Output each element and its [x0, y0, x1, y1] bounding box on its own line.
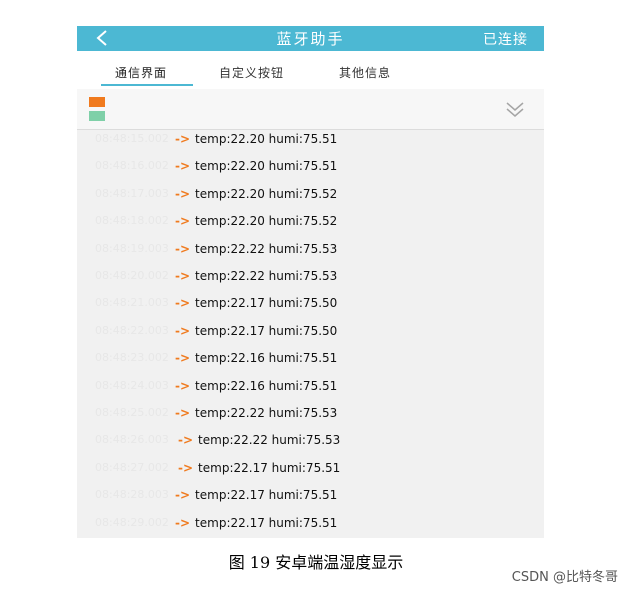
arrow-icon: -> [175, 241, 191, 256]
log-timestamp: 08:48:22.003 [95, 323, 169, 337]
log-message: temp:22.17 humi:75.51 [198, 460, 341, 475]
log-row: 08:48:19.003 -> temp:22.22 humi:75.53 [95, 242, 337, 256]
log-row: 08:48:25.002 -> temp:22.22 humi:75.53 [95, 406, 337, 420]
log-message: temp:22.16 humi:75.51 [195, 378, 338, 393]
log-message: temp:22.22 humi:75.53 [198, 433, 341, 448]
arrow-icon: -> [178, 460, 194, 475]
arrow-icon: -> [178, 433, 194, 448]
log-row: 08:48:26.003 -> temp:22.22 humi:75.53 [95, 433, 340, 447]
log-timestamp: 08:48:26.003 [95, 433, 169, 447]
arrow-icon: -> [175, 186, 191, 201]
log-row: 08:48:17.003 -> temp:22.20 humi:75.52 [95, 187, 337, 201]
tab-communication[interactable]: 通信界面 [115, 64, 167, 81]
log-message: temp:22.17 humi:75.51 [195, 515, 338, 530]
log-timestamp: 08:48:28.003 [95, 488, 169, 502]
log-timestamp: 08:48:19.003 [95, 241, 169, 255]
log-timestamp: 08:48:21.003 [95, 296, 169, 310]
watermark: CSDN @比特冬哥 [511, 570, 618, 585]
log-timestamp: 08:48:16.002 [95, 159, 169, 173]
log-message: temp:22.20 humi:75.52 [195, 186, 338, 201]
tab-bar: 通信界面 自定义按钮 其他信息 [77, 51, 544, 89]
arrow-icon: -> [175, 323, 191, 338]
log-timestamp: 08:48:17.003 [95, 186, 169, 200]
arrow-icon: -> [175, 296, 191, 311]
log-row: 08:48:23.002 -> temp:22.16 humi:75.51 [95, 351, 337, 365]
log-row: 08:48:21.003 -> temp:22.17 humi:75.50 [95, 296, 337, 310]
log-row: 08:48:27.002 -> temp:22.17 humi:75.51 [95, 461, 340, 475]
tab-custom-buttons[interactable]: 自定义按钮 [219, 64, 284, 81]
log-message: temp:22.16 humi:75.51 [195, 351, 338, 366]
log-timestamp: 08:48:18.002 [95, 214, 169, 228]
double-chevron-down-icon[interactable] [504, 99, 526, 121]
log-message: temp:22.22 humi:75.53 [195, 269, 338, 283]
log-timestamp: 08:48:25.002 [95, 406, 169, 419]
arrow-icon: -> [175, 488, 191, 503]
log-message: temp:22.17 humi:75.51 [195, 488, 338, 503]
log-toolbar [77, 89, 544, 130]
log-row: 08:48:29.002 -> temp:22.17 humi:75.51 [95, 516, 337, 530]
message-log[interactable]: 08:48:15.002 -> temp:22.20 humi:75.51 08:48… [77, 130, 544, 538]
log-row: 08:48:16.002 -> temp:22.20 humi:75.51 [95, 159, 337, 173]
log-message: temp:22.22 humi:75.53 [195, 406, 338, 420]
log-message: temp:22.17 humi:75.50 [195, 296, 338, 311]
green-swatch-button[interactable] [89, 111, 105, 121]
arrow-icon: -> [175, 214, 191, 229]
arrow-icon: -> [175, 351, 191, 366]
arrow-icon: -> [175, 269, 191, 283]
arrow-icon: -> [175, 132, 191, 146]
log-timestamp: 08:48:20.002 [95, 269, 169, 282]
arrow-icon: -> [175, 378, 191, 393]
log-timestamp: 08:48:29.002 [95, 515, 169, 529]
log-timestamp: 08:48:15.002 [95, 132, 169, 145]
log-message: temp:22.20 humi:75.52 [195, 214, 338, 229]
connection-status: 已连接 [483, 32, 528, 48]
log-timestamp: 08:48:27.002 [95, 460, 169, 474]
log-timestamp: 08:48:24.003 [95, 378, 169, 392]
log-row: 08:48:22.003 -> temp:22.17 humi:75.50 [95, 324, 337, 338]
arrow-icon: -> [175, 159, 191, 174]
log-message: temp:22.20 humi:75.51 [195, 132, 338, 146]
phone-screen: 蓝牙助手 已连接 通信界面 自定义按钮 其他信息 08:48:15.002 -> t… [77, 26, 544, 538]
log-row: 08:48:18.002 -> temp:22.20 humi:75.52 [95, 214, 337, 228]
log-row: 08:48:28.003 -> temp:22.17 humi:75.51 [95, 488, 337, 502]
log-row: 08:48:20.002 -> temp:22.22 humi:75.53 [95, 269, 337, 283]
log-message: temp:22.20 humi:75.51 [195, 159, 338, 174]
orange-swatch-button[interactable] [89, 97, 105, 107]
arrow-icon: -> [175, 406, 191, 420]
log-timestamp: 08:48:23.002 [95, 351, 169, 365]
log-message: temp:22.17 humi:75.50 [195, 323, 338, 338]
title-bar: 蓝牙助手 已连接 [77, 26, 544, 51]
log-row: 08:48:24.003 -> temp:22.16 humi:75.51 [95, 379, 337, 393]
app-title: 蓝牙助手 [276, 30, 345, 48]
arrow-icon: -> [175, 515, 191, 530]
active-tab-indicator [101, 84, 193, 86]
tab-other-info[interactable]: 其他信息 [339, 64, 391, 81]
log-message: temp:22.22 humi:75.53 [195, 241, 338, 256]
log-row: 08:48:15.002 -> temp:22.20 humi:75.51 [95, 132, 337, 146]
